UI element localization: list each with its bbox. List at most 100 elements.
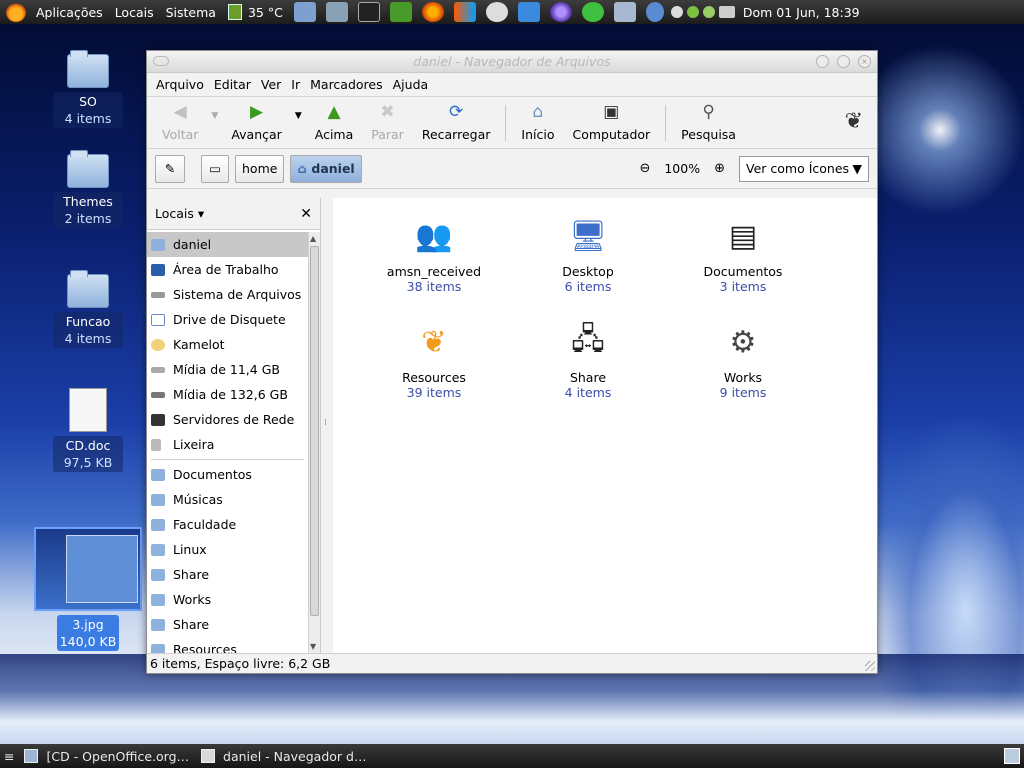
show-desktop-icon[interactable]: [1004, 748, 1020, 764]
sidebar-item-midia-11-4[interactable]: Mídia de 11,4 GB: [147, 357, 308, 382]
tray-smiley-icon[interactable]: [686, 6, 699, 18]
screenshot-launcher-icon[interactable]: [613, 2, 636, 22]
maximize-button[interactable]: [837, 55, 850, 68]
firefox-launcher-icon[interactable]: [421, 2, 444, 22]
toolbar: ◀ Voltar ▼ ▶ Avançar ▼ ▲ Acima ✖ Parar ⟳…: [147, 97, 877, 149]
arrow-right-icon: ▶: [250, 102, 264, 122]
breadcrumb-home[interactable]: home: [235, 154, 285, 183]
desktop-icon-name: SO: [79, 94, 97, 109]
file-item[interactable]: 👥 amsn_received 38 items: [369, 212, 499, 295]
toggle-location-entry-button[interactable]: ✎: [155, 154, 185, 183]
desktop-icon-cd-doc[interactable]: CD.doc 97,5 KB: [53, 388, 123, 472]
desktop-icon-3-jpg[interactable]: 3.jpg 140,0 KB: [32, 527, 144, 651]
menu-system[interactable]: Sistema: [160, 5, 222, 20]
menu-ir[interactable]: Ir: [286, 77, 305, 92]
network-globe-icon[interactable]: [645, 2, 664, 22]
sidebar-item-label: Works: [173, 592, 212, 607]
scrollbar-thumb[interactable]: [310, 246, 319, 616]
menu-ajuda[interactable]: Ajuda: [388, 77, 434, 92]
menu-arquivo[interactable]: Arquivo: [151, 77, 209, 92]
desktop-icon-so[interactable]: SO 4 items: [53, 50, 123, 128]
home-button[interactable]: ⌂ Início: [512, 101, 563, 142]
breadcrumb-daniel[interactable]: ⌂ daniel: [290, 154, 362, 183]
zoom-level[interactable]: 100%: [664, 161, 700, 176]
scroll-down-arrow-icon[interactable]: ▼: [310, 642, 316, 651]
breadcrumb-root-button[interactable]: ▭: [201, 154, 229, 183]
file-item[interactable]: 🖥 Desktop 6 items: [523, 212, 653, 295]
back-history-dropdown-icon[interactable]: ▼: [211, 101, 218, 121]
sidebar-item-midia-132-6[interactable]: Mídia de 132,6 GB: [147, 382, 308, 407]
stop-button[interactable]: ✖ Parar: [362, 101, 413, 142]
computer-button[interactable]: ▣ Computador: [563, 101, 659, 142]
gnome-foot-icon[interactable]: [6, 2, 26, 22]
desktop-icon-name: CD.doc: [65, 438, 111, 453]
desktop-icon-size: 97,5 KB: [63, 455, 113, 470]
sidebar-bookmark[interactable]: Documentos: [147, 462, 308, 487]
up-button[interactable]: ▲ Acima: [306, 101, 363, 142]
eclipse-launcher-icon[interactable]: [549, 2, 572, 22]
sidebar-mode-dropdown[interactable]: Locais ▾: [155, 206, 204, 221]
monitor-launcher-icon[interactable]: [325, 2, 348, 22]
window-resize-grip[interactable]: [865, 661, 875, 671]
sidebar-item-drive-de-disquete[interactable]: Drive de Disquete: [147, 307, 308, 332]
minimize-button[interactable]: [816, 55, 829, 68]
sidebar-item-area-de-trabalho[interactable]: Área de Trabalho: [147, 257, 308, 282]
pane-resize-handle[interactable]: ⁞: [321, 198, 333, 653]
sidebar-bookmark[interactable]: Músicas: [147, 487, 308, 512]
menu-applications[interactable]: Aplicações: [30, 5, 109, 20]
sidebar-scrollbar[interactable]: ▲ ▼: [308, 232, 320, 653]
sidebar-item-servidores-de-rede[interactable]: Servidores de Rede: [147, 407, 308, 432]
close-button[interactable]: ×: [858, 55, 871, 68]
file-item[interactable]: ❦ Resources 39 items: [369, 318, 499, 401]
cpu-temperature-icon[interactable]: [227, 4, 242, 20]
clock[interactable]: Dom 01 Jun, 18:39: [743, 5, 866, 20]
tray-menu-icon[interactable]: [670, 6, 683, 18]
terminal-launcher-icon[interactable]: [357, 2, 380, 22]
home-folder-launcher-icon[interactable]: [293, 2, 316, 22]
sidebar-bookmark[interactable]: Share: [147, 562, 308, 587]
scroll-up-arrow-icon[interactable]: ▲: [310, 234, 316, 243]
window-menu-icon[interactable]: [153, 56, 169, 66]
taskbar-item-file-manager[interactable]: daniel - Navegador d…: [195, 749, 372, 764]
menu-places[interactable]: Locais: [109, 5, 160, 20]
menu-marcadores[interactable]: Marcadores: [305, 77, 388, 92]
zoom-out-icon[interactable]: ⊖: [633, 161, 656, 176]
messenger-launcher-icon[interactable]: [453, 2, 476, 22]
sidebar-bookmark[interactable]: Works: [147, 587, 308, 612]
tray-user-icon[interactable]: [702, 6, 715, 18]
desktop-icon-themes[interactable]: Themes 2 items: [53, 150, 123, 228]
gnome-launcher-icon[interactable]: [485, 2, 508, 22]
search-button[interactable]: ⚲ Pesquisa: [672, 101, 745, 142]
file-item[interactable]: 🖧 Share 4 items: [523, 318, 653, 401]
breadcrumb-label: daniel: [311, 161, 355, 176]
sidebar-item-daniel[interactable]: daniel: [147, 232, 308, 257]
taskbar-item-openoffice[interactable]: [CD - OpenOffice.org…: [18, 749, 195, 764]
forward-button[interactable]: ▶ Avançar: [222, 101, 290, 142]
sidebar-bookmark[interactable]: Resources: [147, 637, 308, 653]
view-mode-select[interactable]: Ver como Ícones ▼: [739, 155, 869, 182]
toolbar-separator: [665, 105, 667, 141]
tray-printer-icon[interactable]: [718, 6, 735, 18]
sidebar-bookmark[interactable]: Linux: [147, 537, 308, 562]
close-sidebar-icon[interactable]: ✕: [300, 206, 312, 222]
file-item[interactable]: ▤ Documentos 3 items: [678, 212, 808, 295]
forward-history-dropdown-icon[interactable]: ▼: [295, 101, 302, 121]
file-item[interactable]: ⚙ Works 9 items: [678, 318, 808, 401]
reload-button[interactable]: ⟳ Recarregar: [413, 101, 500, 142]
sidebar-item-kamelot[interactable]: Kamelot: [147, 332, 308, 357]
file-count: 39 items: [406, 385, 462, 400]
sidebar-bookmark[interactable]: Share: [147, 612, 308, 637]
back-button[interactable]: ◀ Voltar: [153, 101, 207, 142]
sidebar-item-lixeira[interactable]: Lixeira: [147, 432, 308, 457]
system-monitor-launcher-icon[interactable]: [389, 2, 412, 22]
menu-ver[interactable]: Ver: [256, 77, 286, 92]
window-list-handle-icon[interactable]: ≡: [0, 749, 18, 764]
media-player-launcher-icon[interactable]: [581, 2, 604, 22]
desktop-icon-funcao[interactable]: Funcao 4 items: [53, 270, 123, 348]
menu-editar[interactable]: Editar: [209, 77, 256, 92]
zoom-in-icon[interactable]: ⊕: [708, 161, 731, 176]
window-titlebar[interactable]: daniel - Navegador de Arquivos ×: [147, 51, 877, 73]
sidebar-bookmark[interactable]: Faculdade: [147, 512, 308, 537]
lightning-launcher-icon[interactable]: [517, 2, 540, 22]
sidebar-item-sistema-de-arquivos[interactable]: Sistema de Arquivos: [147, 282, 308, 307]
